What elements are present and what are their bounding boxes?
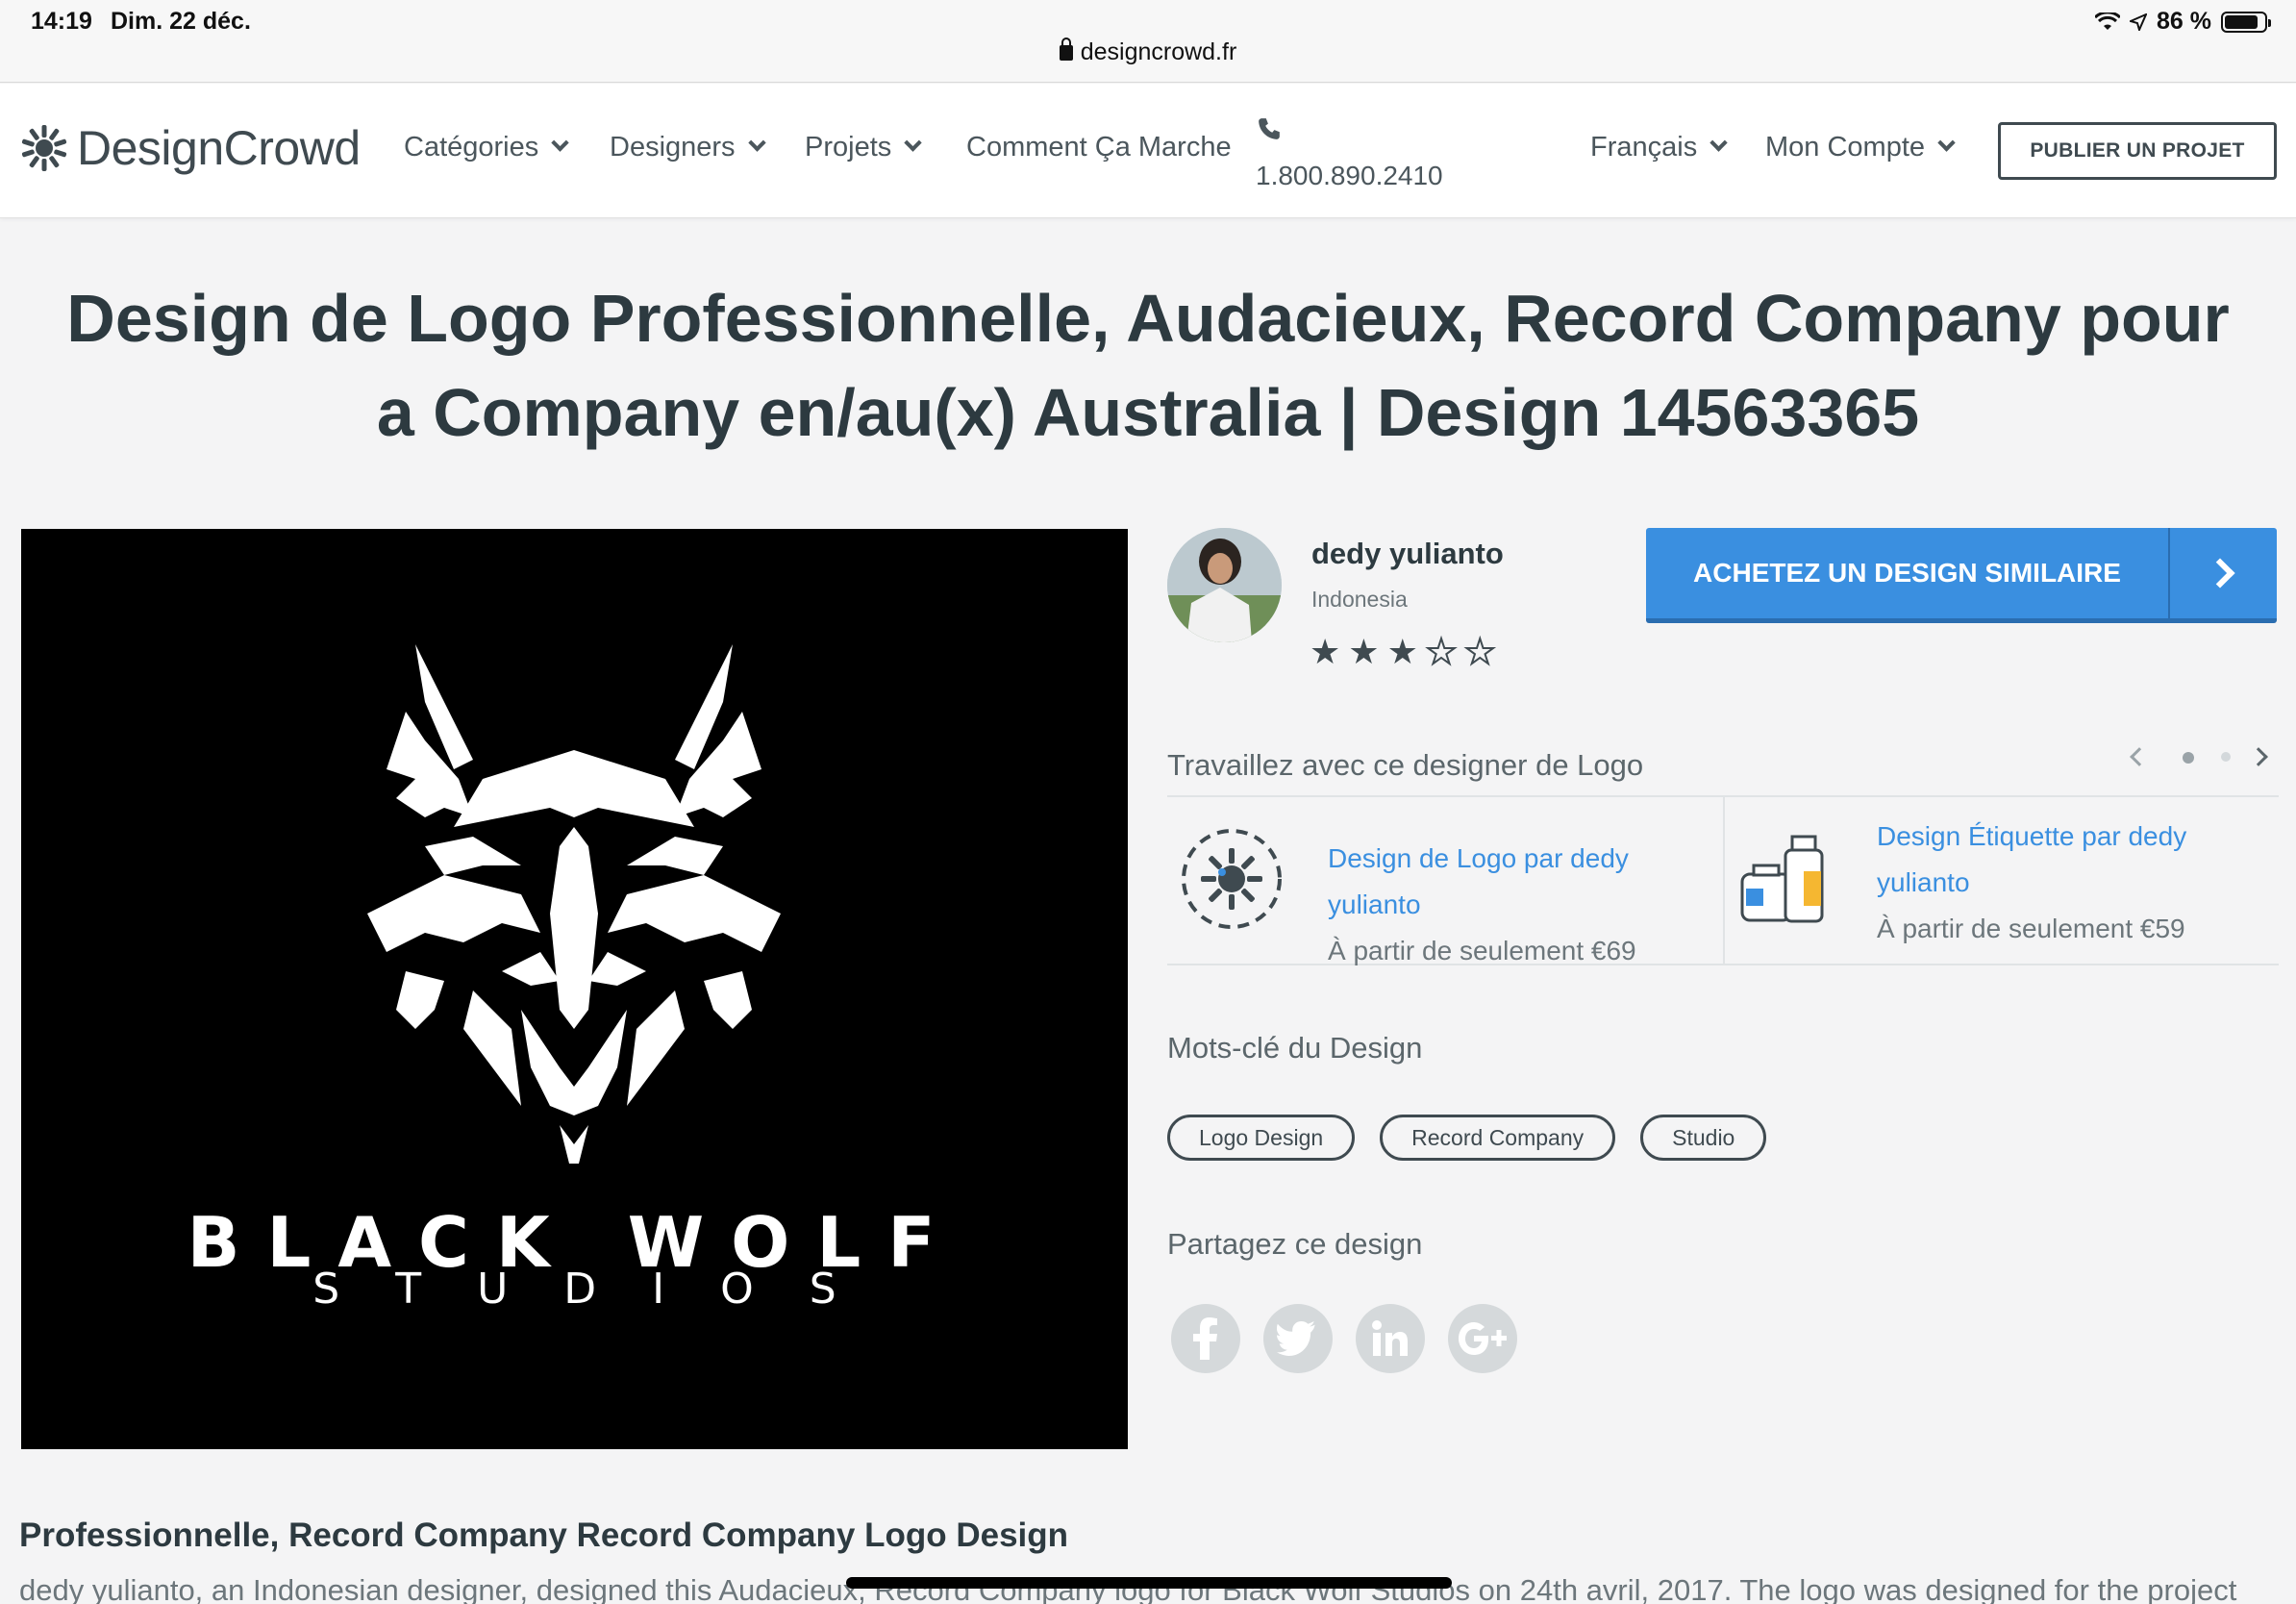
service-logo-design: Design de Logo par dedy yulianto À parti… [1328, 836, 1712, 974]
chevron-down-icon [904, 134, 922, 152]
label-design-icon [1740, 835, 1824, 923]
ios-status-bar: 14:19 Dim. 22 déc. designcrowd.fr 86 % [0, 0, 2296, 83]
site-header: DesignCrowd Catégories Designers Projets… [0, 84, 2296, 218]
keyword-tags: Logo Design Record Company Studio [1167, 1115, 1767, 1161]
nav-designers[interactable]: Designers [610, 132, 766, 163]
designer-avatar[interactable] [1167, 528, 1282, 642]
star-empty-icon: ★ [1425, 632, 1458, 671]
battery-percent: 86 % [2157, 8, 2211, 35]
chevron-right-icon [2168, 528, 2277, 618]
address-url: designcrowd.fr [1080, 38, 1237, 65]
buy-similar-design-label: ACHETEZ UN DESIGN SIMILAIRE [1693, 558, 2121, 588]
carousel-prev-icon[interactable] [2130, 747, 2149, 766]
service-label-design-price: À partir de seulement €59 [1877, 914, 2185, 943]
address-bar[interactable]: designcrowd.fr [0, 38, 2296, 66]
lock-icon [1059, 38, 1073, 61]
services-carousel-controls [2125, 742, 2279, 771]
nav-categories[interactable]: Catégories [404, 132, 569, 163]
service-divider [1723, 797, 1725, 964]
keyword-tag[interactable]: Record Company [1380, 1115, 1616, 1161]
design-preview-image[interactable]: BLACK WOLF STUDIOS [21, 529, 1128, 1449]
twitter-icon[interactable] [1263, 1304, 1333, 1373]
phone-number[interactable]: 1.800.890.2410 [1256, 161, 1443, 191]
service-logo-design-link[interactable]: Design de Logo par dedy yulianto [1328, 836, 1712, 928]
services-list: Design de Logo par dedy yulianto À parti… [1167, 795, 2279, 965]
brand-name: DesignCrowd [77, 121, 361, 175]
share-buttons [1171, 1304, 1517, 1373]
page-title: Design de Logo Professionnelle, Audacieu… [66, 281, 2230, 450]
buy-similar-design-button[interactable]: ACHETEZ UN DESIGN SIMILAIRE [1646, 528, 2277, 623]
nav-designers-label: Designers [610, 132, 736, 163]
designer-rating: ★ ★ ★ ★ ★ [1310, 632, 1496, 671]
location-arrow-icon [2130, 13, 2148, 31]
nav-account-label: Mon Compte [1765, 132, 1926, 163]
nav-account[interactable]: Mon Compte [1765, 132, 1956, 163]
nav-how-it-works-label: Comment Ça Marche [966, 132, 1232, 163]
service-label-design: Design Étiquette par dedy yulianto À par… [1877, 814, 2261, 952]
keyword-tag[interactable]: Studio [1640, 1115, 1767, 1161]
service-logo-design-price: À partir de seulement €69 [1328, 936, 1636, 965]
nav-how-it-works[interactable]: Comment Ça Marche [966, 132, 1232, 163]
star-filled-icon: ★ [1310, 632, 1341, 671]
keywords-title: Mots-clé du Design [1167, 1031, 1423, 1065]
star-empty-icon: ★ [1463, 632, 1496, 671]
nav-categories-label: Catégories [404, 132, 539, 163]
facebook-icon[interactable] [1171, 1304, 1240, 1373]
carousel-dot-active[interactable] [2183, 752, 2194, 764]
phone-icon [1259, 118, 1280, 139]
nav-projects[interactable]: Projets [805, 132, 922, 163]
brand-logo[interactable]: DesignCrowd [19, 120, 361, 176]
nav-language-label: Français [1590, 132, 1698, 163]
home-indicator[interactable] [846, 1577, 1452, 1589]
carousel-dot[interactable] [2221, 752, 2231, 762]
share-title: Partagez ce design [1167, 1227, 1423, 1261]
service-label-design-link[interactable]: Design Étiquette par dedy yulianto [1877, 814, 2261, 906]
nav-projects-label: Projets [805, 132, 892, 163]
chevron-down-icon [551, 134, 569, 152]
carousel-next-icon[interactable] [2249, 747, 2268, 766]
keyword-tag[interactable]: Logo Design [1167, 1115, 1356, 1161]
chevron-down-icon [747, 134, 766, 152]
nav-language[interactable]: Français [1590, 132, 1728, 163]
designer-name[interactable]: dedy yulianto [1311, 537, 1504, 571]
star-filled-icon: ★ [1386, 632, 1418, 671]
status-time: 14:19 [31, 8, 92, 35]
description-title: Professionnelle, Record Company Record C… [19, 1516, 1069, 1554]
logo-subtitle: STUDIOS [312, 1265, 892, 1314]
linkedin-icon[interactable] [1356, 1304, 1425, 1373]
google-plus-icon[interactable] [1448, 1304, 1517, 1373]
logo-design-icon [1182, 829, 1282, 929]
battery-icon [2221, 11, 2271, 33]
chevron-down-icon [1937, 134, 1956, 152]
designcrowd-logo-icon [21, 125, 67, 171]
publish-project-button[interactable]: PUBLIER UN PROJET [1998, 122, 2277, 180]
wifi-icon [2095, 12, 2121, 30]
chevron-down-icon [1710, 134, 1728, 152]
work-with-title: Travaillez avec ce designer de Logo [1167, 748, 1644, 782]
status-indicators: 86 % [2095, 8, 2271, 36]
designer-country: Indonesia [1311, 587, 1408, 612]
star-filled-icon: ★ [1348, 632, 1380, 671]
status-date: Dim. 22 déc. [111, 8, 251, 35]
